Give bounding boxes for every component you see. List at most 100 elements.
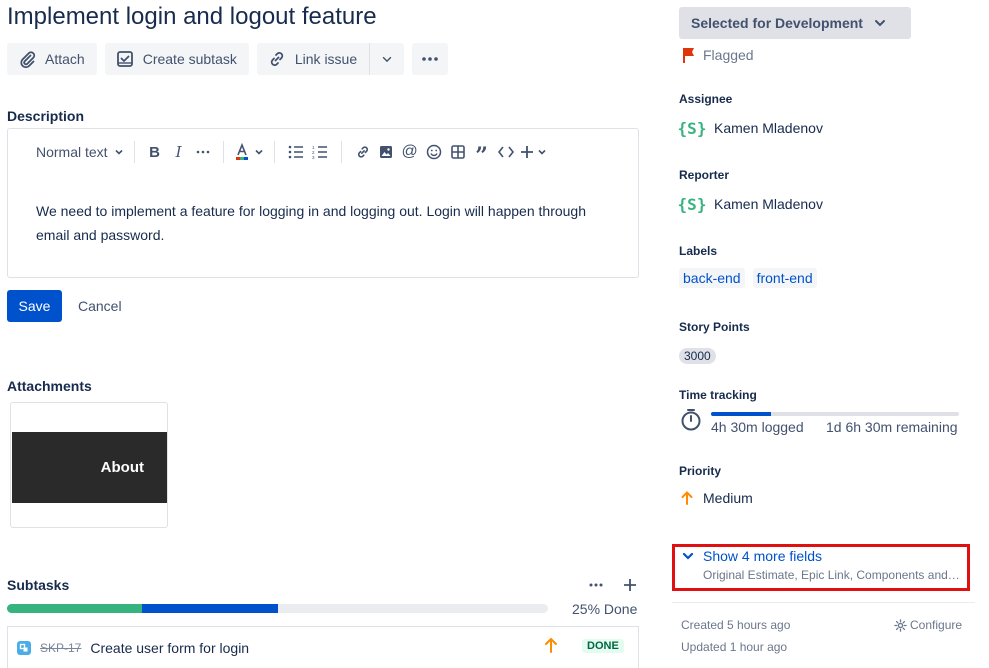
issue-title[interactable]: Implement login and logout feature: [7, 3, 377, 31]
add-icon[interactable]: [622, 575, 638, 595]
subtask-type-icon: [17, 640, 31, 655]
flagged-label: Flagged: [703, 47, 754, 63]
time-tracking-bar[interactable]: [711, 412, 959, 416]
chevron-down-icon: [382, 56, 392, 63]
flag-icon: [683, 48, 694, 63]
chevron-down-icon: [682, 552, 694, 560]
description-editor[interactable]: Normal text B I 123 @ ” We need to imple…: [7, 128, 639, 278]
priority-value: Medium: [703, 490, 753, 506]
subtask-key[interactable]: SKP-17: [40, 641, 81, 655]
description-text[interactable]: We need to implement a feature for loggi…: [36, 199, 616, 247]
numbered-list-icon[interactable]: 123: [309, 141, 331, 163]
bullet-list-icon[interactable]: [285, 141, 307, 163]
quote-icon[interactable]: ”: [470, 141, 494, 169]
cancel-button[interactable]: Cancel: [70, 290, 130, 322]
reporter-label: Reporter: [679, 168, 730, 182]
save-button[interactable]: Save: [7, 290, 62, 322]
toolbar-divider: [222, 141, 224, 163]
label-chip[interactable]: back-end: [679, 268, 745, 288]
reporter-name: Kamen Mladenov: [714, 196, 823, 212]
status-dropdown[interactable]: Selected for Development: [679, 7, 911, 39]
progress-in-progress-segment: [142, 604, 278, 613]
story-points-label: Story Points: [679, 320, 750, 334]
italic-icon[interactable]: I: [169, 141, 189, 163]
subtask-icon: [116, 51, 133, 67]
chevron-down-icon: [538, 149, 546, 155]
code-icon[interactable]: [494, 141, 518, 163]
time-tracking-label: Time tracking: [679, 388, 757, 402]
insert-plus-icon[interactable]: [520, 141, 547, 163]
time-logged-fill: [711, 412, 771, 416]
labels-label: Labels: [679, 244, 718, 258]
toolbar-divider: [340, 141, 342, 163]
chevron-down-icon: [255, 149, 263, 155]
link-issue-split: Link issue: [256, 43, 405, 75]
bold-icon[interactable]: B: [145, 141, 165, 163]
emoji-icon[interactable]: [422, 141, 446, 163]
show-more-fields-button[interactable]: Show 4 more fields: [681, 548, 822, 564]
link-icon[interactable]: [352, 141, 374, 163]
more-actions-button[interactable]: [412, 43, 449, 75]
flagged-indicator: Flagged: [681, 46, 754, 64]
configure-label: Configure: [910, 618, 963, 632]
subtask-progress-bar: [7, 604, 548, 613]
link-issue-button[interactable]: Link issue: [256, 43, 370, 75]
created-timestamp: Created 5 hours ago: [681, 618, 791, 632]
priority-label: Priority: [679, 464, 722, 478]
link-issue-label: Link issue: [294, 51, 358, 67]
progress-done-segment: [7, 604, 143, 613]
assignee-field[interactable]: {S} Kamen Mladenov: [678, 116, 823, 140]
status-label: Selected for Development: [691, 15, 863, 31]
stopwatch-icon: [681, 409, 701, 431]
mention-icon[interactable]: @: [398, 141, 422, 163]
toolbar-divider: [273, 141, 275, 163]
attachment-thumbnail: About: [12, 432, 167, 503]
percent-done: 25% Done: [572, 601, 638, 617]
issue-toolbar: Attach Create subtask Link issue: [7, 43, 449, 75]
link-issue-dropdown[interactable]: [369, 43, 405, 75]
toolbar-divider: [133, 141, 135, 163]
more-icon[interactable]: [588, 575, 604, 595]
subtask-actions: [588, 575, 638, 595]
priority-field[interactable]: Medium: [681, 490, 753, 506]
text-style-label: Normal text: [36, 144, 108, 160]
subtask-name[interactable]: Create user form for login: [90, 640, 249, 656]
paperclip-icon: [20, 51, 36, 69]
more-icon: [422, 57, 438, 61]
priority-medium-icon: [681, 491, 693, 505]
assignee-label: Assignee: [679, 92, 733, 106]
subtask-row[interactable]: SKP-17 Create user form for login DONE: [7, 626, 639, 668]
text-color-icon[interactable]: [234, 141, 264, 163]
editor-toolbar: Normal text B I 123 @ ”: [36, 141, 547, 169]
description-label: Description: [7, 108, 85, 124]
image-icon[interactable]: [374, 141, 398, 163]
attachment-card[interactable]: About: [10, 402, 168, 528]
reporter-field[interactable]: {S} Kamen Mladenov: [677, 192, 823, 216]
label-chip[interactable]: front-end: [752, 268, 817, 288]
show-more-subtitle: Original Estimate, Epic Link, Components…: [703, 568, 960, 582]
time-logged: 4h 30m logged: [711, 419, 804, 435]
create-subtask-button[interactable]: Create subtask: [104, 43, 249, 75]
avatar: {S}: [677, 194, 707, 214]
labels-field: back-end front-end: [679, 268, 817, 288]
text-style-dropdown[interactable]: Normal text: [36, 141, 124, 163]
chevron-down-icon: [874, 20, 885, 27]
status-badge[interactable]: DONE: [582, 639, 624, 653]
updated-timestamp: Updated 1 hour ago: [681, 640, 788, 654]
subtasks-label: Subtasks: [7, 577, 70, 593]
assignee-name: Kamen Mladenov: [714, 120, 823, 136]
more-formatting-icon[interactable]: [193, 141, 213, 163]
attachment-thumb-text: About: [100, 459, 144, 476]
attach-button[interactable]: Attach: [7, 43, 97, 75]
chevron-down-icon: [115, 149, 123, 155]
priority-medium-icon: [545, 637, 557, 653]
attachments-label: Attachments: [7, 378, 92, 394]
gear-icon: [894, 618, 907, 632]
configure-button[interactable]: Configure: [894, 618, 962, 632]
show-more-label: Show 4 more fields: [703, 548, 823, 564]
create-subtask-label: Create subtask: [142, 51, 237, 67]
svg-text:3: 3: [312, 155, 315, 159]
link-icon: [270, 52, 284, 66]
table-icon[interactable]: [446, 141, 470, 163]
story-points-badge[interactable]: 3000: [679, 348, 716, 364]
